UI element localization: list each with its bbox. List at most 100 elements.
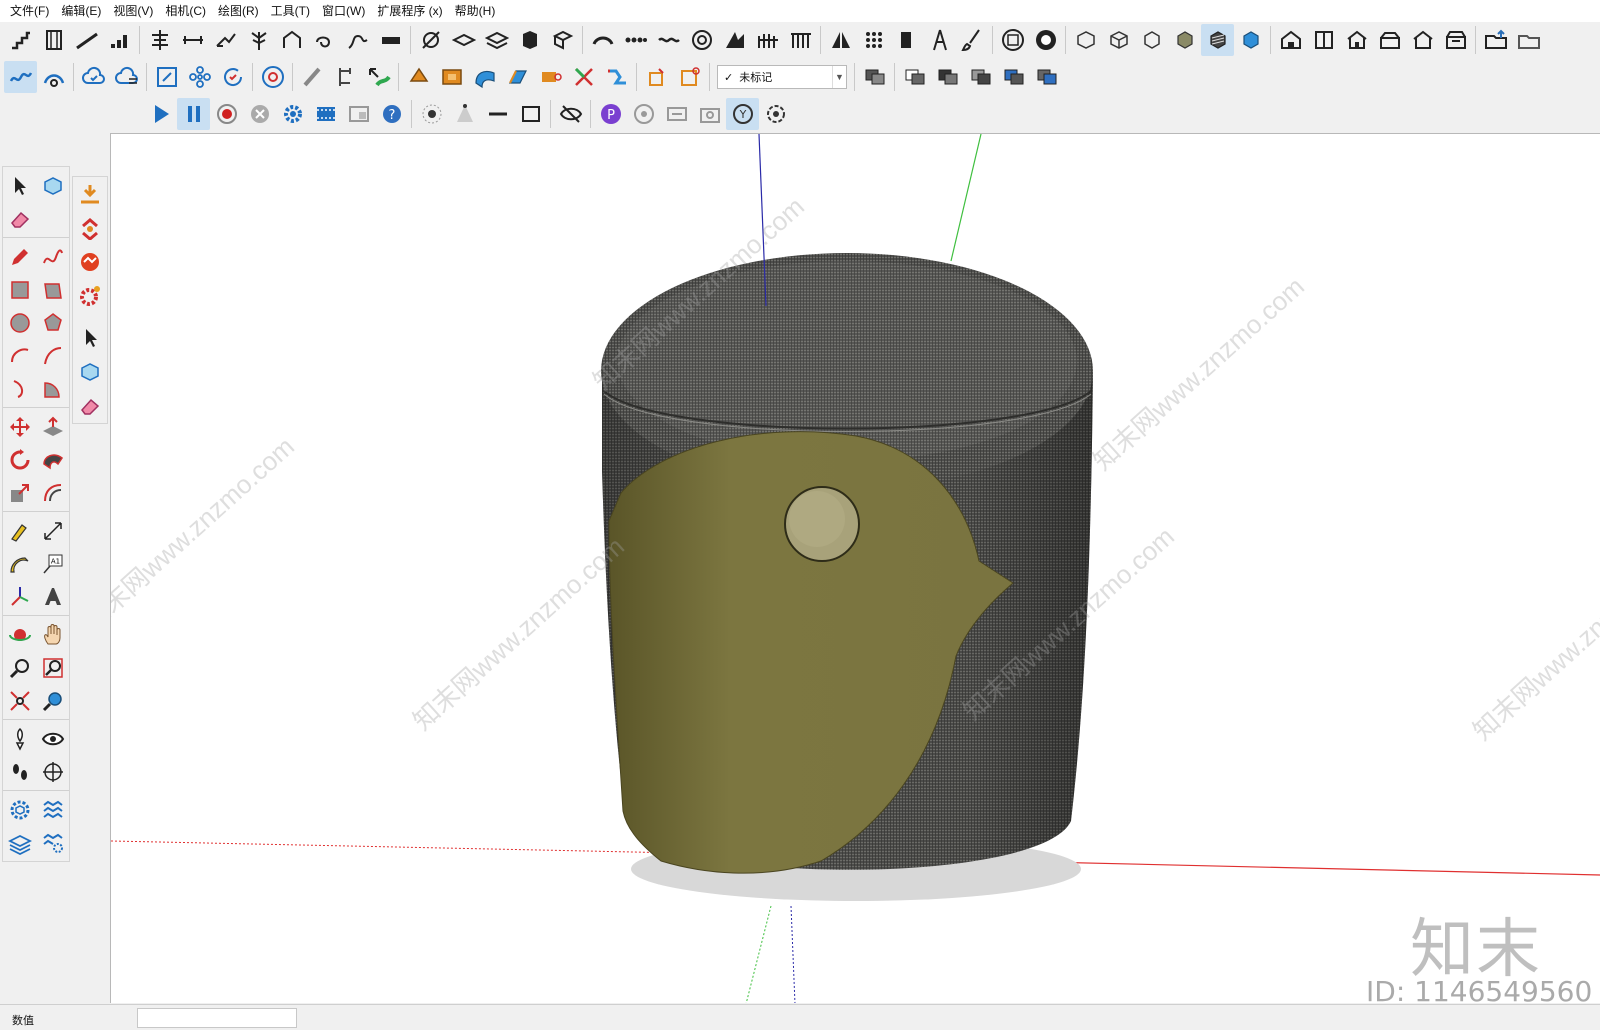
shell-tool-button[interactable] [435,61,468,93]
xray-style-button[interactable] [1069,24,1102,56]
right-view-button[interactable] [1373,24,1406,56]
section-b-button[interactable] [673,61,706,93]
settings-button[interactable] [276,98,309,130]
warehouse-button[interactable] [1479,24,1512,56]
sandbox-smoove-button[interactable] [3,826,36,859]
freehand-tool-button[interactable] [36,240,69,273]
hide-lights-button[interactable] [554,98,587,130]
look-around-tool-button[interactable] [36,722,69,755]
brush-tool-button[interactable] [956,24,989,56]
slab-tool-button[interactable] [374,24,407,56]
3d-text-tool-button[interactable] [36,580,69,613]
arc-tool-button[interactable] [3,339,36,372]
array-tool-button[interactable] [857,24,890,56]
panel-tool-button[interactable] [890,24,923,56]
tag-tool-1-button[interactable] [858,61,891,93]
section-plane-tool-button[interactable] [36,755,69,788]
left-view-button[interactable] [1439,24,1472,56]
camera-info-button[interactable] [1029,24,1062,56]
polygon-tool-button[interactable] [36,306,69,339]
path-tool-button[interactable] [600,61,633,93]
move-tool-button[interactable] [3,410,36,443]
stack-arrows-button[interactable] [73,211,107,245]
text-tool-button[interactable]: A1 [36,547,69,580]
dots-tool-button[interactable] [619,24,652,56]
fur-plugin-button[interactable] [73,245,107,279]
plugin-settings-button[interactable] [73,279,107,313]
orbit-render-button[interactable] [627,98,660,130]
curve-tool-button[interactable] [414,24,447,56]
stop-button[interactable] [243,98,276,130]
filmstrip-button[interactable] [309,98,342,130]
column-tool-button[interactable] [37,24,70,56]
branch-tool-button[interactable] [209,24,242,56]
menu-tools[interactable]: 工具(T) [265,0,316,22]
skin-tool-button[interactable] [534,61,567,93]
section-a-button[interactable] [640,61,673,93]
back-view-button[interactable] [1406,24,1439,56]
axes-tool-button[interactable] [3,580,36,613]
front-view-button[interactable] [1340,24,1373,56]
orbit-tool-button[interactable] [3,618,36,651]
monochrome-style-button[interactable] [1234,24,1267,56]
extrude-line-button[interactable] [296,61,329,93]
scale-box-button[interactable] [150,61,183,93]
scene-canvas[interactable] [111,134,1600,1003]
mirror-tool-button[interactable] [824,24,857,56]
plugin-p-button[interactable]: P [594,98,627,130]
fold-tool-button[interactable] [718,24,751,56]
soften-tool-button[interactable] [4,61,37,93]
railing-tool-button[interactable] [784,24,817,56]
stair-tool-button[interactable] [4,24,37,56]
line-light-button[interactable] [481,98,514,130]
pause-button[interactable] [177,98,210,130]
previous-view-tool-button[interactable] [36,684,69,717]
loft-tool-button[interactable] [501,61,534,93]
wireframe-style-button[interactable] [1135,24,1168,56]
menu-edit[interactable]: 编辑(E) [55,0,107,22]
tag-tool-2-button[interactable] [898,61,931,93]
cut-tool-button[interactable] [567,61,600,93]
wave-tool-button[interactable] [652,24,685,56]
point-light-button[interactable] [415,98,448,130]
fence-tool-button[interactable] [751,24,784,56]
shaded-style-button[interactable] [1168,24,1201,56]
follow-me-tool-button[interactable] [36,443,69,476]
render-settings-button[interactable] [660,98,693,130]
box-tool-button[interactable] [513,24,546,56]
tape-measure-tool-button[interactable] [3,514,36,547]
push-pull-tool-button[interactable] [36,410,69,443]
rectangle-tool-button[interactable] [3,273,36,306]
backedges-style-button[interactable] [1102,24,1135,56]
circle-tool-button[interactable] [3,306,36,339]
zoom-tool-button[interactable] [3,651,36,684]
dimension-tool-button[interactable] [176,24,209,56]
curve-node-tool-button[interactable] [37,61,70,93]
play-button[interactable] [144,98,177,130]
refresh-check-button[interactable] [216,61,249,93]
scale-tool-button[interactable] [3,476,36,509]
tree-tool-button[interactable] [242,24,275,56]
export-frames-button[interactable] [342,98,375,130]
loop-tool-button[interactable] [308,24,341,56]
measurements-input[interactable] [137,1008,297,1028]
component-tool-button[interactable] [36,169,69,202]
arc-line-tool-button[interactable] [586,24,619,56]
arch-tool-button[interactable] [275,24,308,56]
extrude-face-button[interactable] [402,61,435,93]
side-select-button[interactable] [73,321,107,355]
line-tool-button[interactable] [3,240,36,273]
chevron-down-icon[interactable]: ▼ [832,66,846,88]
zoom-window-tool-button[interactable] [36,651,69,684]
top-view-button[interactable] [1307,24,1340,56]
tag-tool-5-button[interactable] [997,61,1030,93]
dimensions-tool-button[interactable] [36,514,69,547]
render-active-button[interactable]: Y [726,98,759,130]
zoom-extents-tool-button[interactable] [3,684,36,717]
tag-dropdown[interactable]: ✓ 未标记 ▼ [717,65,847,89]
ramp-tool-button[interactable] [70,24,103,56]
area-light-button[interactable] [514,98,547,130]
side-eraser-button[interactable] [73,389,107,423]
sweep-tool-button[interactable] [362,61,395,93]
pie-tool-button[interactable] [36,372,69,405]
